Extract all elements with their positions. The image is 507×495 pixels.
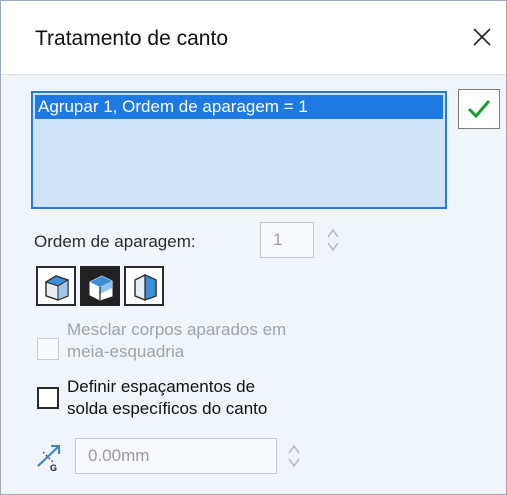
weld-gap-icon: G [35,442,65,477]
dialog-title: Tratamento de canto [35,27,228,50]
trim-type-button-3[interactable] [124,266,164,306]
spinner-arrows-icon [288,444,300,468]
title-bar: Tratamento de canto [1,1,506,75]
trim-order-spinner[interactable] [326,226,340,254]
merge-mitered-label: Mesclar corpos aparados em meia-esquadri… [67,320,287,361]
close-icon [473,28,491,46]
corner-trim-type-3-icon [134,274,157,301]
weld-gap-spinner[interactable] [287,442,301,470]
corner-treatment-dialog: Tratamento de canto Agrupar 1, Ordem de … [0,0,507,495]
checkmark-icon [467,100,491,119]
trim-type-button-2[interactable] [80,266,120,306]
close-button[interactable] [464,19,500,55]
corner-trim-type-2-icon [89,275,113,301]
trim-order-label: Ordem de aparagem: [34,232,196,251]
define-weld-gaps-checkbox[interactable] [37,387,59,409]
define-weld-gaps-label: Definir espaçamentos de solda específico… [67,377,268,418]
list-item[interactable]: Agrupar 1, Ordem de aparagem = 1 [35,95,443,119]
spinner-arrows-icon [327,228,339,252]
merge-mitered-checkbox[interactable] [37,338,59,360]
svg-text:G: G [50,463,57,472]
weld-gap-field[interactable]: 0.00mm [75,438,277,474]
corner-group-list[interactable]: Agrupar 1, Ordem de aparagem = 1 [31,91,447,209]
property-panel: Agrupar 1, Ordem de aparagem = 1 Ordem d… [1,75,506,494]
trim-type-button-1[interactable] [36,266,76,306]
ok-button[interactable] [458,89,500,129]
corner-trim-type-1-icon [44,275,70,301]
trim-order-field[interactable]: 1 [260,222,314,258]
